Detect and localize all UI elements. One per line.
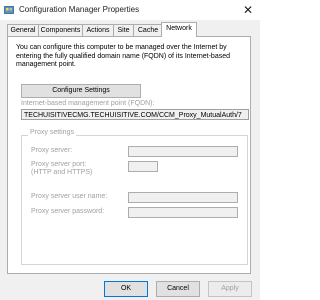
tab-actions[interactable]: Actions (82, 24, 114, 36)
window-title: Configuration Manager Properties (19, 5, 140, 14)
proxy-port-label: Proxy server port: (31, 161, 87, 168)
proxy-settings-legend: Proxy settings (28, 129, 76, 136)
configure-settings-button[interactable]: Configure Settings (21, 84, 141, 98)
properties-dialog: Configuration Manager Properties ✕ Gener… (0, 0, 260, 300)
control-panel-icon (4, 5, 14, 15)
proxy-username-label: Proxy server user name: (31, 193, 108, 200)
cancel-button[interactable]: Cancel (156, 281, 200, 297)
tab-cache[interactable]: Cache (133, 24, 163, 36)
ok-button[interactable]: OK (104, 281, 148, 297)
apply-button[interactable]: Apply (208, 281, 252, 297)
management-point-label: Internet-based management point (FQDN): (21, 100, 155, 107)
proxy-server-label: Proxy server: (31, 147, 73, 154)
tab-general[interactable]: General (7, 24, 39, 36)
proxy-username-input[interactable] (128, 192, 238, 203)
proxy-password-input[interactable] (128, 207, 238, 218)
proxy-port-input[interactable] (128, 161, 158, 172)
proxy-server-input[interactable] (128, 146, 238, 157)
tab-site[interactable]: Site (113, 24, 134, 36)
tab-components[interactable]: Components (38, 24, 83, 36)
title-bar[interactable]: Configuration Manager Properties ✕ (0, 0, 260, 20)
proxy-port-sublabel: (HTTP and HTTPS) (31, 169, 93, 176)
management-point-field[interactable]: TECHUISITIVECMG.TECHUISITIVE.COM/CCM_Pro… (21, 109, 249, 120)
network-tab-panel: You can configure this computer to be ma… (7, 36, 251, 274)
proxy-password-label: Proxy server password: (31, 208, 105, 215)
tab-network[interactable]: Network (161, 22, 197, 37)
network-description: You can configure this computer to be ma… (16, 44, 230, 68)
close-icon[interactable]: ✕ (240, 2, 256, 18)
